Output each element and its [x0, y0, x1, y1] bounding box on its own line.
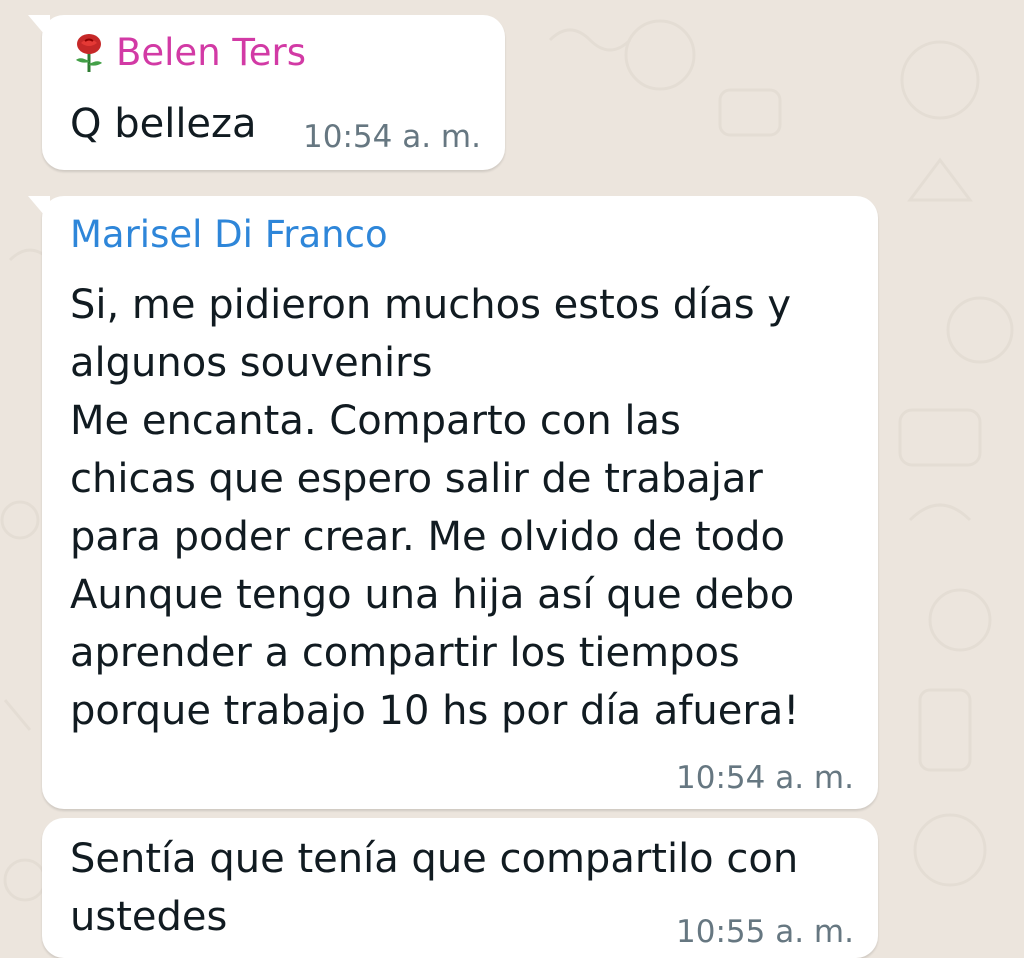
- message-timestamp: 10:54 a. m.: [303, 119, 481, 155]
- message-timestamp: 10:54 a. m.: [676, 760, 854, 796]
- message-bubble[interactable]: Belen Ters Q belleza 10:54 a. m.: [28, 15, 505, 170]
- message-text: Si, me pidieron muchos estos días y algu…: [70, 282, 800, 734]
- message-bubble[interactable]: Marisel Di Franco Si, me pidieron muchos…: [28, 196, 878, 809]
- rose-icon: [76, 34, 102, 72]
- chat-messages[interactable]: Belen Ters Q belleza 10:54 a. m. Marisel…: [0, 0, 1024, 958]
- sender-name[interactable]: Belen Ters: [116, 31, 306, 75]
- message-bubble[interactable]: Sentía que tenía que compartilo con uste…: [42, 818, 878, 958]
- message-text: Q belleza: [70, 101, 257, 147]
- sender-name[interactable]: Marisel Di Franco: [70, 213, 388, 257]
- sender-row: Belen Ters: [72, 31, 306, 75]
- message-timestamp: 10:55 a. m.: [676, 914, 854, 950]
